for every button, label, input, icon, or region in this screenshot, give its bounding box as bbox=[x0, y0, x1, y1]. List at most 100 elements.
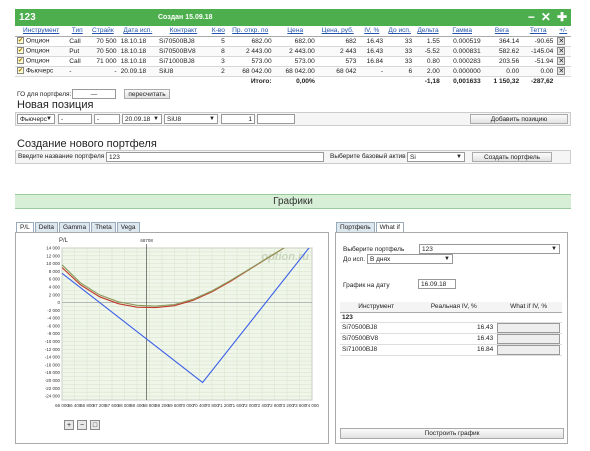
row-checkbox[interactable]: ✔ bbox=[17, 47, 24, 55]
delete-row-icon[interactable]: ✕ bbox=[557, 47, 566, 55]
delete-row-icon[interactable]: ✕ bbox=[557, 67, 566, 75]
table-cell: 1.55 bbox=[414, 36, 442, 47]
type-field[interactable]: - bbox=[94, 114, 120, 124]
table-cell bbox=[157, 76, 210, 86]
until-select[interactable]: В днях ▼ bbox=[367, 254, 453, 264]
column-header[interactable]: Цена bbox=[273, 26, 317, 37]
column-header[interactable]: Дельта bbox=[414, 26, 442, 37]
real-iv-cell: 16.43 bbox=[412, 333, 496, 345]
add-position-button[interactable]: Добавить позицию bbox=[470, 114, 568, 124]
plus-icon[interactable]: ✚ bbox=[557, 10, 567, 24]
table-cell bbox=[358, 76, 385, 86]
close-icon[interactable]: ✕ bbox=[541, 10, 551, 24]
delete-row-icon[interactable]: ✕ bbox=[557, 57, 566, 65]
total-label: Итого: bbox=[250, 77, 272, 85]
table-cell: 0.000831 bbox=[441, 46, 483, 57]
whatif-iv-cell bbox=[495, 333, 562, 345]
table-cell: 682.00 bbox=[226, 36, 274, 47]
column-header[interactable]: Тип bbox=[67, 26, 88, 37]
quantity-field[interactable]: 1 bbox=[221, 114, 255, 124]
base-asset-label: Выберите базовый актив bbox=[330, 153, 406, 160]
column-header[interactable]: Контракт bbox=[157, 26, 210, 37]
column-header[interactable]: Дата исп. bbox=[118, 26, 158, 37]
whatif-iv-input[interactable] bbox=[497, 322, 560, 333]
whatif-iv-input[interactable] bbox=[497, 333, 560, 344]
column-header[interactable]: Вега bbox=[482, 26, 522, 37]
price-field[interactable] bbox=[257, 114, 295, 124]
row-checkbox[interactable]: ✔ bbox=[17, 67, 24, 75]
zoom-in-icon[interactable]: + bbox=[64, 420, 74, 430]
portfolio-name-input[interactable]: 123 bbox=[106, 152, 324, 162]
zoom-out-icon[interactable]: − bbox=[77, 420, 87, 430]
contract-value: SiU8 bbox=[167, 116, 182, 123]
y-tick-label: 4 000 bbox=[49, 284, 61, 289]
chevron-down-icon: ▼ bbox=[46, 116, 52, 122]
whatif-portfolio-select[interactable]: 123 ▼ bbox=[419, 244, 560, 254]
position-type-select[interactable]: Фьючерс ▼ bbox=[17, 114, 55, 124]
table-cell[interactable]: ✔ Опцион bbox=[15, 46, 68, 57]
cell-value: Si70500BJ8 bbox=[159, 37, 195, 45]
date-select[interactable]: 20.09.18 ▼ bbox=[122, 114, 162, 124]
table-cell[interactable]: ✔ Фьючерс bbox=[15, 66, 68, 77]
zoom-reset-icon[interactable]: □ bbox=[90, 420, 100, 430]
table-cell: -90.65 bbox=[521, 36, 556, 47]
group-row: 123 bbox=[340, 312, 562, 323]
cell-value: Call bbox=[69, 57, 81, 65]
cell-value: Put bbox=[69, 47, 80, 55]
column-header: Инструмент bbox=[340, 302, 413, 313]
cell-value: 8 bbox=[221, 47, 225, 55]
table-cell: 8 bbox=[209, 46, 227, 57]
table-cell[interactable]: ✔ Опцион bbox=[15, 56, 68, 67]
portfolio-created: Создан 15.09.18 bbox=[158, 14, 213, 21]
table-cell: 68 042 bbox=[316, 66, 359, 77]
strike-field[interactable]: - bbox=[58, 114, 92, 124]
cell-value: 2 bbox=[221, 67, 225, 75]
create-portfolio-button[interactable]: Создать портфель bbox=[472, 152, 552, 162]
table-cell: 33 bbox=[385, 36, 415, 47]
table-row: Si71000BJ8 16.84 bbox=[340, 344, 562, 356]
contract-select[interactable]: SiU8 ▼ bbox=[164, 114, 218, 124]
total-value: -1,18 bbox=[424, 77, 440, 85]
cell-value: 20.09.18 bbox=[120, 67, 147, 75]
base-asset-select[interactable]: Si ▼ bbox=[407, 152, 465, 162]
table-cell: -145.04 bbox=[521, 46, 556, 57]
total-value: 0,001633 bbox=[453, 77, 481, 85]
minus-icon[interactable]: − bbox=[528, 10, 535, 24]
cell-value: 0.00 bbox=[506, 67, 520, 75]
column-header[interactable]: Страйк bbox=[87, 26, 119, 37]
column-header[interactable]: Инструмент bbox=[15, 26, 68, 37]
row-checkbox[interactable]: ✔ bbox=[17, 57, 24, 65]
table-cell: 2 bbox=[209, 66, 227, 77]
table-cell: 2 443 bbox=[316, 46, 359, 57]
table-row: Si70500BV8 16.43 bbox=[340, 333, 562, 345]
delete-row-icon[interactable]: ✕ bbox=[557, 37, 566, 45]
cell-value: 16.84 bbox=[366, 57, 384, 65]
whatif-iv-input[interactable] bbox=[497, 344, 560, 355]
build-chart-button[interactable]: Построить график bbox=[340, 428, 564, 439]
column-header[interactable]: Гамма bbox=[441, 26, 483, 37]
table-row: ✔ Фьючерс - -20.09.18 SiU8 2 68 042.00 68 042.0… bbox=[15, 66, 571, 77]
table-cell: 582.62 bbox=[482, 46, 522, 57]
new-position-title: Новая позиция bbox=[17, 99, 94, 111]
table-cell: 0.80 bbox=[414, 56, 442, 67]
table-cell: - bbox=[67, 66, 88, 77]
pl-chart[interactable]: 14 000 12 000 10 000 8 000 6 000 4 000 2 000 0 -… bbox=[15, 232, 329, 416]
column-header[interactable]: Тетта bbox=[521, 26, 556, 37]
column-header[interactable]: Цена, руб. bbox=[316, 26, 359, 37]
cell-value: Si70500BV8 bbox=[159, 47, 196, 55]
y-tick-label: -24 000 bbox=[45, 394, 61, 399]
row-checkbox[interactable]: ✔ bbox=[17, 37, 24, 45]
column-header[interactable]: Пр. откр. по bbox=[226, 26, 274, 37]
table-cell: ✕ bbox=[555, 36, 571, 47]
column-header[interactable]: +/- bbox=[555, 26, 571, 37]
whatif-date-input[interactable]: 16.09.18 bbox=[418, 279, 456, 289]
table-cell: ✕ bbox=[555, 56, 571, 67]
table-cell: 68 042.00 bbox=[273, 66, 317, 77]
column-header[interactable]: IV, % bbox=[358, 26, 386, 37]
column-header[interactable]: К-во bbox=[209, 26, 227, 37]
column-header[interactable]: До исп. bbox=[385, 26, 415, 37]
table-cell[interactable]: ✔ Опцион bbox=[15, 36, 68, 47]
totals-row: Итого: 0,00% -1,18 0,001633 1 150,32 -287,62 bbox=[15, 76, 571, 86]
recalculate-button[interactable]: пересчитать bbox=[124, 89, 170, 99]
cell-value: Фьючерс bbox=[26, 67, 54, 75]
